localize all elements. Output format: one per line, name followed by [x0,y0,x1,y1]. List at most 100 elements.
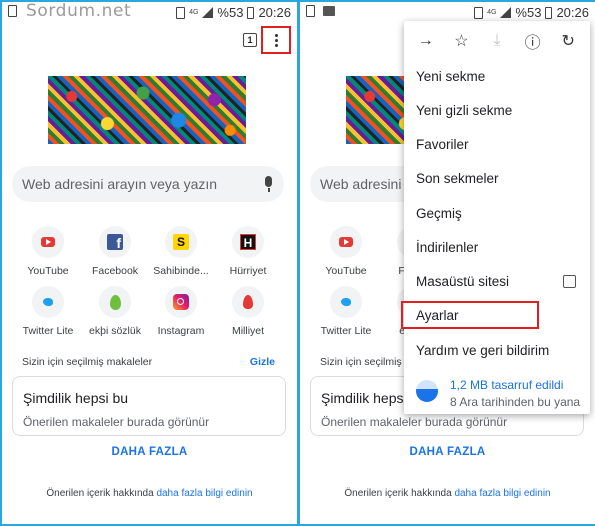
card-body: Önerilen makaleler burada görünür [23,415,210,429]
more-options-button[interactable] [261,26,291,54]
card-title: Şimdilik hepsi bu [23,390,129,406]
learn-more-link[interactable]: daha fazla bilgi edinin [454,488,550,499]
battery-percent: %53 [515,5,542,20]
battery-percent: %53 [217,5,244,20]
youtube-icon [41,237,55,247]
menu-item-recent-tabs[interactable]: Son sekmeler [416,171,499,186]
right-screenshot: 4G %53 20:26 Web adresini arayın YouTube… [300,2,595,524]
twitter-icon [341,298,351,306]
footer: Önerilen içerik hakkında daha fazla bilg… [300,488,595,499]
tile-circle [99,286,131,318]
sahibinden-icon: S [173,234,189,250]
tile-label: Milliyet [231,325,265,337]
data-saver-icon [416,380,438,402]
google-doodle[interactable] [48,76,246,144]
tile-label: Twitter Lite [320,325,372,337]
watermark: Sordum.net [26,2,132,21]
shortcut-sahibinden[interactable]: S Sahibinde... [146,226,216,277]
vibrate-icon [176,6,186,19]
signal-icon [202,7,214,18]
facebook-icon: f [107,234,123,251]
footer-text: Önerilen içerik hakkında [46,488,157,499]
tile-circle [32,286,64,318]
articles-card: Şimdilik hepsi bu Önerilen makaleler bur… [12,376,286,436]
battery-icon [545,6,553,19]
tile-label: Sahibinde... [153,265,209,277]
tile-label: Instagram [157,325,205,337]
twitter-icon [43,298,53,306]
star-icon[interactable]: ☆ [450,30,472,52]
menu-item-downloads[interactable]: İndirilenler [416,240,478,255]
overflow-menu: → ☆ ⤓ ⓘ ↻ Yeni sekme Yeni gizli sekme Fa… [404,21,590,414]
network-label: 4G [487,9,497,16]
articles-title: Sizin için seçilmiş makaleler [22,356,153,368]
sim-icon [8,5,17,17]
settings-highlight-box [401,301,539,329]
tab-switcher-button[interactable]: 1 [243,33,257,47]
data-savings[interactable]: 1,2 MB tasarruf edildi 8 Ara tarihinden … [416,376,590,410]
search-box[interactable]: Web adresini arayın veya yazın [12,166,284,202]
tile-circle: S [165,226,197,258]
vibrate-icon [474,6,484,19]
dot-icon [274,43,278,47]
image-notification-icon [323,6,335,16]
tile-label: ekþi sözlük [89,325,141,337]
menu-item-bookmarks[interactable]: Favoriler [416,137,469,152]
dot-icon [274,38,278,42]
shortcut-twitter-lite[interactable]: Twitter Lite [311,286,381,337]
hide-articles-link[interactable]: Gizle [250,356,275,368]
menu-item-help-feedback[interactable]: Yardım ve geri bildirim [416,343,549,358]
clock: 20:26 [258,5,291,20]
tile-circle [32,226,64,258]
eksi-icon [109,294,121,310]
download-icon[interactable]: ⤓ [486,30,508,52]
shortcut-twitter-lite[interactable]: Twitter Lite [13,286,83,337]
left-screenshot: 4G %53 20:26 Sordum.net 1 Web adresini a… [2,2,297,524]
menu-item-history[interactable]: Geçmiş [416,206,462,221]
shortcut-youtube[interactable]: YouTube [13,226,83,277]
savings-title: 1,2 MB tasarruf edildi [450,378,564,392]
more-button[interactable]: DAHA FAZLA [300,446,595,458]
tile-circle: f [99,226,131,258]
tile-circle [330,286,362,318]
footer: Önerilen içerik hakkında daha fazla bilg… [2,488,297,499]
clock: 20:26 [556,5,589,20]
shortcut-facebook[interactable]: f Facebook [80,226,150,277]
hurriyet-icon: H [240,234,256,250]
tile-circle [165,286,197,318]
dot-icon [274,33,278,37]
more-button[interactable]: DAHA FAZLA [2,446,297,458]
articles-header: Sizin için seçilmiş makaleler Gizle [22,356,275,368]
tile-label: YouTube [325,265,367,277]
tile-circle: H [232,226,264,258]
menu-item-desktop-site[interactable]: Masaüstü sitesi [416,274,509,289]
card-body: Önerilen makaleler burada görünür [321,415,508,429]
footer-text: Önerilen içerik hakkında [344,488,455,499]
battery-icon [247,6,255,19]
milliyet-icon [243,295,253,309]
network-label: 4G [189,9,199,16]
desktop-site-checkbox[interactable] [563,275,576,288]
info-icon[interactable]: ⓘ [522,30,544,52]
forward-icon[interactable]: → [415,30,437,52]
instagram-icon [173,294,189,310]
tile-label: Facebook [91,265,139,277]
shortcut-eksi-sozluk[interactable]: ekþi sözlük [80,286,150,337]
tile-circle [330,226,362,258]
refresh-icon[interactable]: ↻ [557,30,579,52]
shortcut-milliyet[interactable]: Milliyet [213,286,283,337]
search-placeholder: Web adresini arayın veya yazın [22,176,218,192]
tile-label: Twitter Lite [22,325,74,337]
tile-label: YouTube [27,265,69,277]
learn-more-link[interactable]: daha fazla bilgi edinin [156,488,252,499]
sim-icon [306,5,315,17]
menu-item-new-tab[interactable]: Yeni sekme [416,69,485,84]
microphone-icon[interactable] [265,176,272,192]
shortcut-hurriyet[interactable]: H Hürriyet [213,226,283,277]
menu-item-new-incognito-tab[interactable]: Yeni gizli sekme [416,103,512,118]
shortcut-youtube[interactable]: YouTube [311,226,381,277]
tile-label: Hürriyet [229,265,267,277]
youtube-icon [339,237,353,247]
savings-subtitle: 8 Ara tarihinden bu yana [450,395,581,409]
shortcut-instagram[interactable]: Instagram [146,286,216,337]
